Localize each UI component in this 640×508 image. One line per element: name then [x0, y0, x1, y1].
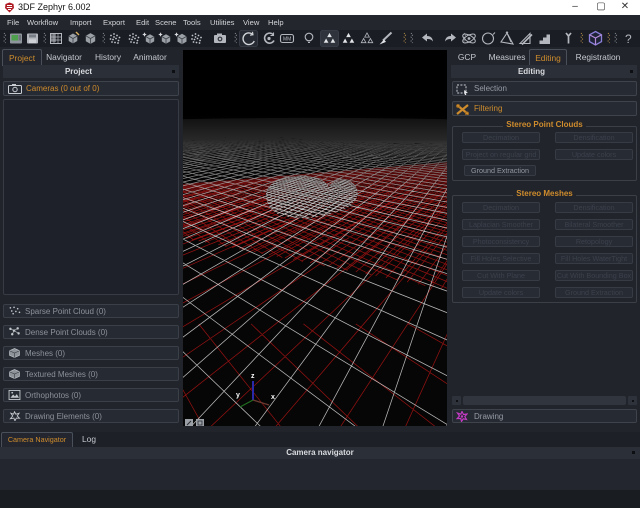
svg-text:x: x	[271, 394, 275, 401]
svg-text:MM: MM	[283, 37, 291, 43]
svg-text:z: z	[251, 373, 255, 380]
svg-text:y: y	[236, 392, 240, 399]
svg-text:?: ?	[625, 32, 632, 46]
